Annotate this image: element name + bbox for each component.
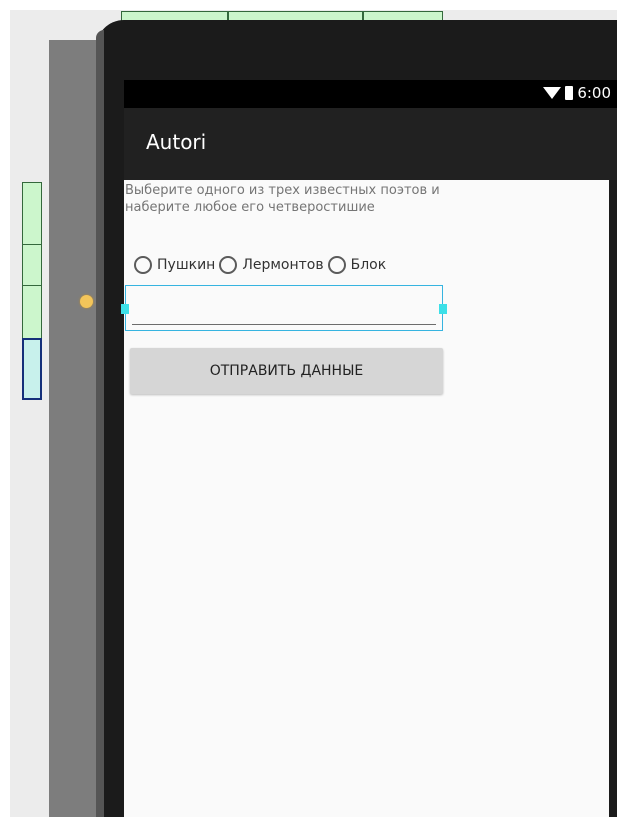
radio-lermontov[interactable]: Лермонтов bbox=[219, 256, 324, 274]
radio-blok[interactable]: Блок bbox=[327, 256, 387, 274]
resize-handle-left[interactable] bbox=[121, 304, 129, 314]
app-bar: Autori bbox=[124, 108, 617, 180]
side-guide-cell bbox=[22, 285, 42, 339]
status-time: 6:00 bbox=[577, 84, 611, 102]
radio-button-icon[interactable] bbox=[134, 256, 152, 274]
radio-button-icon[interactable] bbox=[327, 256, 346, 274]
radio-button-icon[interactable] bbox=[219, 256, 238, 274]
side-guide-cell bbox=[22, 182, 42, 245]
instruction-text: Выберите одного из трех известных поэтов… bbox=[125, 183, 440, 215]
side-guide-cell-selected bbox=[22, 338, 42, 400]
side-layout-guides bbox=[22, 182, 42, 400]
gray-panel bbox=[49, 40, 99, 817]
wifi-icon bbox=[543, 87, 562, 99]
radio-label: Блок bbox=[350, 257, 387, 273]
poet-radio-group: Пушкин Лермонтов Блок bbox=[134, 256, 390, 274]
device-edge bbox=[96, 30, 104, 817]
input-underline bbox=[132, 324, 436, 325]
resize-handle-right[interactable] bbox=[439, 304, 447, 314]
battery-icon bbox=[565, 86, 574, 100]
submit-button[interactable]: ОТПРАВИТЬ ДАННЫЕ bbox=[130, 348, 443, 394]
radio-label: Лермонтов bbox=[242, 257, 324, 273]
status-bar: 6:00 bbox=[124, 80, 617, 108]
lightbulb-icon[interactable] bbox=[80, 295, 93, 308]
app-title: Autori bbox=[146, 130, 207, 154]
status-icons: 6:00 bbox=[543, 84, 611, 102]
radio-label: Пушкин bbox=[157, 257, 216, 273]
side-guide-cell bbox=[22, 244, 42, 286]
activity-content: Выберите одного из трех известных поэтов… bbox=[121, 180, 609, 817]
poem-input[interactable] bbox=[121, 285, 447, 331]
radio-pushkin[interactable]: Пушкин bbox=[134, 256, 215, 274]
